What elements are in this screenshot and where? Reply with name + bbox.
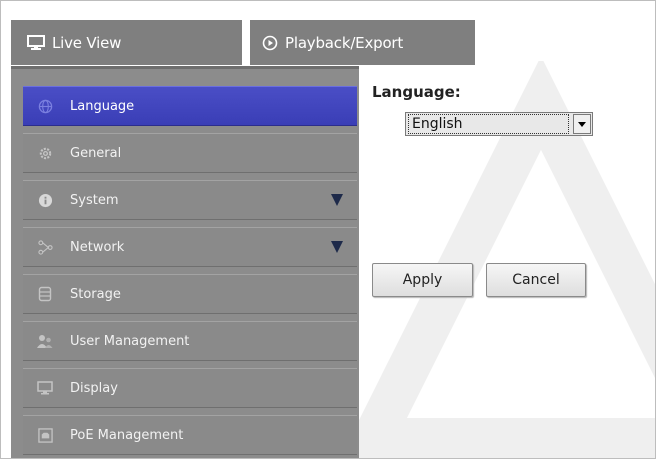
chevron-down-icon[interactable] — [573, 114, 591, 134]
settings-window: Live View Playback/Export Language Gener… — [0, 0, 656, 459]
network-icon — [37, 239, 53, 255]
monitor-icon — [27, 34, 45, 51]
sidebar-item-general[interactable]: General — [23, 133, 357, 173]
sidebar-item-label: Network — [70, 239, 125, 255]
sidebar-item-network[interactable]: Network — [23, 227, 357, 267]
sidebar-item-system[interactable]: System — [23, 180, 357, 220]
sidebar-item-label: General — [70, 145, 122, 161]
sidebar-item-label: Language — [70, 98, 135, 114]
sidebar-item-label: Display — [70, 380, 118, 396]
sidebar-item-label: PoE Management — [70, 427, 184, 443]
language-select[interactable]: English — [405, 112, 593, 136]
tab-live-view-label: Live View — [52, 33, 122, 52]
globe-icon — [37, 98, 53, 114]
sidebar-item-display[interactable]: Display — [23, 368, 357, 408]
sidebar-item-storage[interactable]: Storage — [23, 274, 357, 314]
sidebar-item-label: System — [70, 192, 119, 208]
sidebar-item-label: User Management — [70, 333, 190, 349]
info-icon — [37, 192, 53, 208]
play-circle-icon — [262, 35, 278, 51]
poe-icon — [37, 427, 53, 443]
tab-playback-export[interactable]: Playback/Export — [250, 20, 475, 65]
monitor-icon — [37, 380, 53, 396]
chevron-down-icon[interactable] — [331, 194, 343, 206]
tab-live-view[interactable]: Live View — [11, 20, 242, 65]
tab-playback-export-label: Playback/Export — [285, 33, 404, 52]
settings-sidebar: Language General System Network Storage … — [11, 66, 359, 458]
apply-button[interactable]: Apply — [372, 263, 473, 297]
language-heading: Language: — [372, 83, 461, 101]
users-icon — [37, 333, 53, 349]
database-icon — [37, 286, 53, 302]
sidebar-item-poe-management[interactable]: PoE Management — [23, 415, 357, 455]
chevron-down-icon[interactable] — [331, 241, 343, 253]
gear-icon — [37, 145, 53, 161]
sidebar-item-language[interactable]: Language — [23, 86, 357, 126]
sidebar-item-label: Storage — [70, 286, 121, 302]
sidebar-item-user-management[interactable]: User Management — [23, 321, 357, 361]
cancel-button[interactable]: Cancel — [486, 263, 586, 297]
language-select-value: English — [408, 114, 569, 134]
